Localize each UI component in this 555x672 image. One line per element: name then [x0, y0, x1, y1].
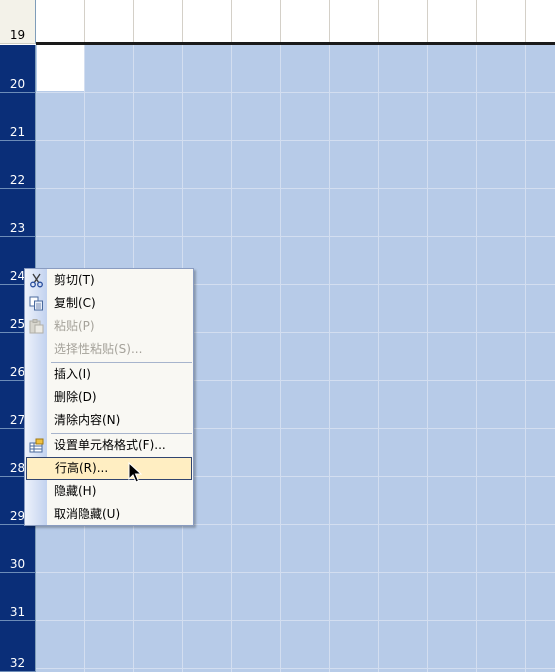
paste-icon [29, 319, 44, 334]
mouse-cursor-icon [128, 461, 143, 484]
context-menu: 剪切(T) 复制(C) 粘贴(P) 选择性粘贴(S)... 插入(I) 删除(D… [24, 268, 194, 526]
row-header-32[interactable]: 32 [0, 621, 36, 672]
menu-item-paste-special-label: 选择性粘贴(S)... [54, 342, 143, 356]
menu-item-unhide-label: 取消隐藏(U) [54, 507, 121, 521]
menu-item-hide[interactable]: 隐藏(H) [25, 480, 193, 503]
row-header-22[interactable]: 22 [0, 141, 36, 189]
menu-item-delete[interactable]: 删除(D) [25, 386, 193, 409]
menu-item-insert[interactable]: 插入(I) [25, 363, 193, 386]
copy-icon [29, 296, 44, 311]
menu-item-cut[interactable]: 剪切(T) [25, 269, 193, 292]
row-header-31[interactable]: 31 [0, 573, 36, 621]
row-header-20[interactable]: 20 [0, 45, 36, 93]
menu-item-hide-label: 隐藏(H) [54, 484, 97, 498]
row-header-19[interactable]: 19 [0, 0, 36, 44]
row-19-cells[interactable] [36, 0, 555, 44]
menu-item-clear-contents-label: 清除内容(N) [54, 413, 121, 427]
menu-item-paste[interactable]: 粘贴(P) [25, 315, 193, 338]
active-cell[interactable] [37, 45, 84, 91]
row-header-30[interactable]: 30 [0, 525, 36, 573]
menu-item-paste-special[interactable]: 选择性粘贴(S)... [25, 338, 193, 361]
menu-item-insert-label: 插入(I) [54, 367, 91, 381]
row-header-23[interactable]: 23 [0, 189, 36, 237]
menu-item-paste-label: 粘贴(P) [54, 319, 95, 333]
row-header-21[interactable]: 21 [0, 93, 36, 141]
menu-item-delete-label: 删除(D) [54, 390, 97, 404]
menu-item-unhide[interactable]: 取消隐藏(U) [25, 503, 193, 526]
scissors-icon [29, 273, 44, 288]
menu-item-copy-label: 复制(C) [54, 296, 96, 310]
menu-item-format-cells[interactable]: 设置单元格格式(F)... [25, 434, 193, 457]
menu-item-row-height-label: 行高(R)... [55, 461, 109, 475]
menu-item-copy[interactable]: 复制(C) [25, 292, 193, 315]
menu-item-format-cells-label: 设置单元格格式(F)... [54, 438, 166, 452]
menu-item-row-height[interactable]: 行高(R)... [26, 457, 192, 480]
format-cells-icon [29, 438, 44, 453]
menu-item-cut-label: 剪切(T) [54, 273, 95, 287]
menu-item-clear-contents[interactable]: 清除内容(N) [25, 409, 193, 432]
